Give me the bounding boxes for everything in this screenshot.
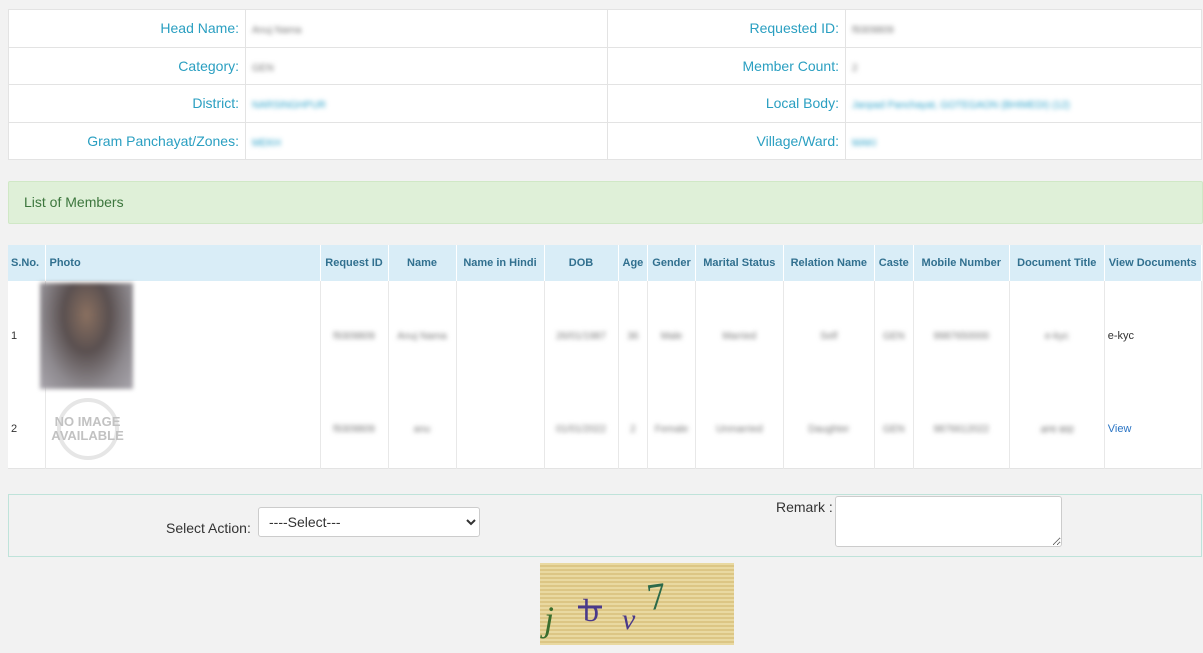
action-panel: Select Action: ----Select--- Remark : (8, 493, 1202, 557)
cell-request-id: f9309809 (333, 424, 375, 436)
captcha-char-3: v (622, 603, 636, 636)
cell-dob: 26/01/1987 (555, 331, 607, 342)
category-value: GEN (252, 62, 274, 74)
no-image-placeholder: NO IMAGE AVAILABLE (51, 398, 124, 461)
cell-caste: GEN (882, 424, 905, 436)
col-view-documents: View Documents (1104, 245, 1203, 281)
cell-marital-status: Married (722, 331, 757, 342)
gram-panchayat-value: MEKH (252, 137, 281, 149)
col-request-id: Request ID (320, 245, 389, 281)
district-label: District: (8, 84, 246, 123)
col-photo: Photo (45, 245, 321, 281)
cell-relation-name: Self (820, 331, 838, 342)
cell-gender: Male (660, 331, 683, 342)
cell-request-id: f9309809 (333, 331, 375, 342)
col-name-hindi: Name in Hindi (456, 245, 545, 281)
member-count-value: 2 (852, 62, 858, 74)
table-row: 2 NO IMAGE AVAILABLE f9309809 anu 01/01/… (8, 391, 1203, 468)
page: Head Name: Anuj Nama Requested ID: f9309… (8, 9, 1203, 557)
district-value: NARSINGHPUR (252, 100, 326, 112)
members-panel-heading: List of Members (8, 181, 1203, 224)
cell-sno: 2 (8, 391, 46, 468)
cell-document-title: e-kyc (1044, 331, 1069, 342)
captcha-glyphs: jbv7 j b v 7 (540, 575, 669, 639)
cell-age: 2 (630, 424, 636, 436)
requested-id-value: f9309809 (852, 25, 894, 37)
view-document-link[interactable]: View (1108, 423, 1132, 435)
cell-dob: 01/01/2022 (555, 424, 607, 436)
village-ward-value: MAKI (852, 137, 877, 149)
category-label: Category: (8, 46, 246, 85)
village-ward-label: Village/Ward: (607, 121, 846, 160)
member-photo (39, 283, 133, 389)
cell-mobile-number: 9876612022 (933, 424, 990, 436)
col-relation-name: Relation Name (783, 245, 875, 281)
cell-relation-name: Daughter (808, 424, 850, 436)
captcha-char-2: b (583, 592, 599, 628)
col-mobile-number: Mobile Number (913, 245, 1010, 281)
cell-document-title: अन्य सदा (1039, 425, 1074, 437)
captcha-char-4: 7 (644, 575, 669, 619)
local-body-value: Janpad Panchayat, GOTEGAON (BHIMEDI) (12… (852, 100, 1070, 112)
member-count-label: Member Count: (607, 46, 846, 85)
col-gender: Gender (647, 245, 696, 281)
col-sno: S.No. (8, 245, 46, 281)
col-marital-status: Marital Status (695, 245, 784, 281)
requested-id-label: Requested ID: (607, 9, 846, 48)
cell-marital-status: Unmarried (715, 424, 763, 436)
select-action-dropdown[interactable]: ----Select--- (258, 506, 480, 537)
head-name-label: Head Name: (8, 9, 246, 48)
col-dob: DOB (544, 245, 619, 281)
table-row: 1 f9309809 Anuj Nama 26/01/1987 36 Male … (8, 281, 1203, 391)
col-document-title: Document Title (1009, 245, 1105, 281)
col-age: Age (618, 245, 649, 281)
local-body-label: Local Body: (607, 84, 846, 123)
cell-gender: Female (654, 424, 689, 436)
captcha-char-1: j (540, 599, 554, 639)
remark-label: Remark : (776, 498, 833, 515)
captcha-image: jbv7 j b v 7 (540, 563, 734, 645)
gram-panchayat-label: Gram Panchayat/Zones: (8, 121, 246, 160)
remark-textarea[interactable] (835, 495, 1062, 547)
cell-mobile-number: 9987650000 (933, 331, 990, 342)
head-name-value: Anuj Nama (252, 25, 302, 37)
cell-name: anu (413, 424, 431, 436)
cell-view-documents: e-kyc (1104, 281, 1203, 391)
cell-age: 36 (627, 331, 639, 342)
select-action-label: Select Action: (166, 519, 251, 536)
col-name: Name (388, 245, 457, 281)
members-table-header: S.No. Photo Request ID Name Name in Hind… (8, 245, 1203, 281)
cell-name: Anuj Nama (397, 331, 447, 342)
col-caste: Caste (874, 245, 914, 281)
members-table: S.No. Photo Request ID Name Name in Hind… (8, 245, 1203, 469)
head-info-table: Head Name: Anuj Nama Requested ID: f9309… (8, 9, 1202, 160)
cell-caste: GEN (882, 331, 905, 342)
